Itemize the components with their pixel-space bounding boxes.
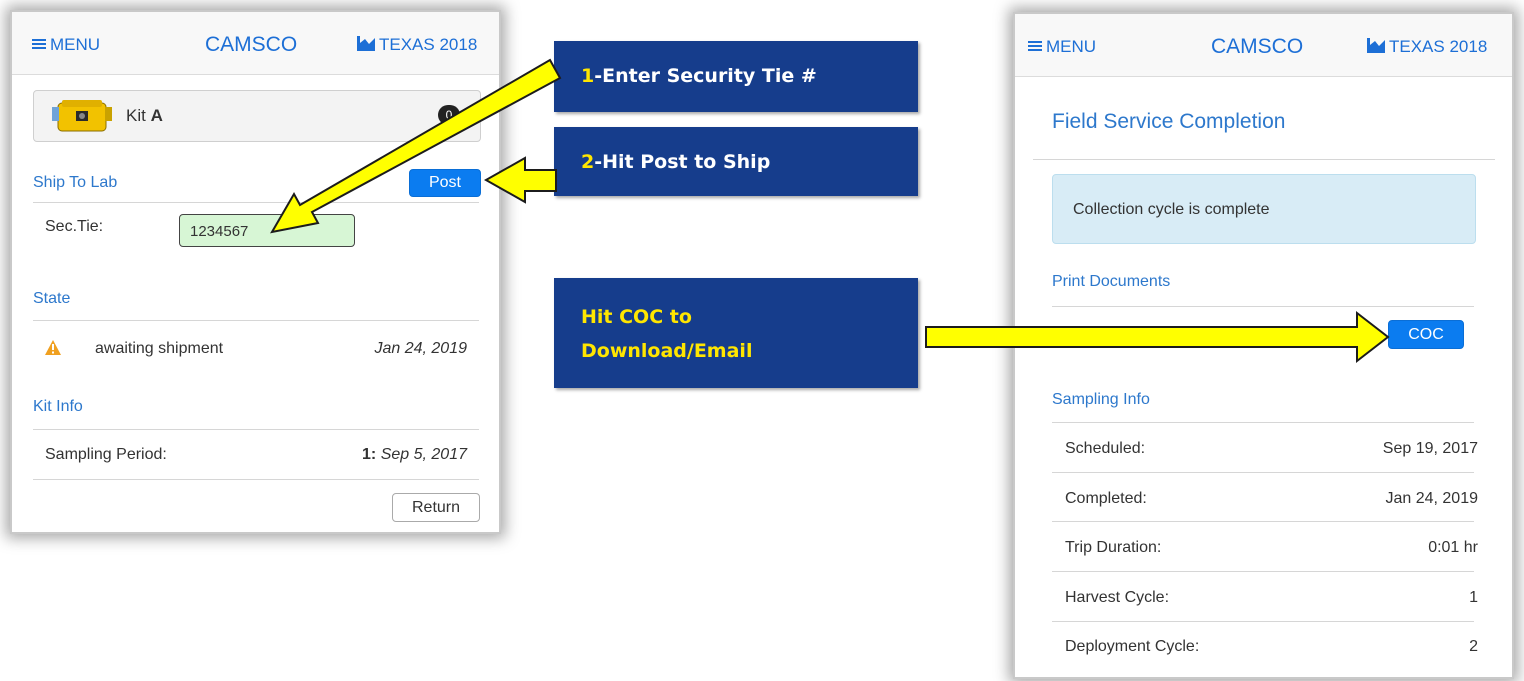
divider <box>1052 521 1474 522</box>
ship-to-lab-title: Ship To Lab <box>33 174 118 191</box>
print-documents-title: Print Documents <box>1052 273 1171 290</box>
divider <box>1033 159 1495 160</box>
state-section-title: State <box>33 290 71 307</box>
status-date: Jan 24, 2019 <box>374 340 467 357</box>
divider <box>33 479 479 480</box>
callout-step-2-text: -Hit Post to Ship <box>594 151 771 173</box>
post-button[interactable]: Post <box>409 169 481 197</box>
menu-label: MENU <box>50 35 101 54</box>
navbar: MENU CAMSCO TEXAS 2018 <box>1015 14 1512 77</box>
callout-step-2-number: 2 <box>581 151 595 173</box>
kit-screen: MENU CAMSCO TEXAS 2018 Kit A 0 Ship To L… <box>12 12 499 532</box>
info-row-value: 1 <box>1469 589 1478 606</box>
sampling-info-title: Sampling Info <box>1052 391 1150 408</box>
kit-label: Kit A <box>126 106 163 126</box>
sampling-period-value: 1: Sep 5, 2017 <box>362 446 467 464</box>
brand-title[interactable]: CAMSCO <box>1211 35 1303 59</box>
callout-step-1-text: -Enter Security Tie # <box>594 65 817 87</box>
callout-step-3-line-1: Hit COC to <box>581 306 692 328</box>
callout-step-3-line-2: Download/Email <box>581 340 753 362</box>
info-row-value: 2 <box>1469 638 1478 655</box>
info-row-label: Deployment Cycle: <box>1065 638 1200 655</box>
state-label: TEXAS 2018 <box>1389 37 1488 56</box>
kit-panel[interactable]: Kit A 0 <box>33 90 481 142</box>
menu-button[interactable]: MENU <box>1028 37 1096 57</box>
divider <box>33 429 479 430</box>
kit-info-title: Kit Info <box>33 398 83 415</box>
state-selector[interactable]: TEXAS 2018 <box>1367 37 1487 57</box>
state-label: TEXAS 2018 <box>379 35 478 54</box>
info-row-label: Trip Duration: <box>1065 539 1162 556</box>
divider <box>1052 306 1474 307</box>
menu-label: MENU <box>1046 37 1097 56</box>
bar-chart-icon <box>1367 38 1385 53</box>
completion-alert: Collection cycle is complete <box>1052 174 1476 244</box>
sampling-number: 1: <box>362 446 377 463</box>
info-row-value: Jan 24, 2019 <box>1385 490 1478 507</box>
divider <box>33 320 479 321</box>
kit-prefix: Kit <box>126 106 151 125</box>
state-selector[interactable]: TEXAS 2018 <box>357 35 477 55</box>
navbar: MENU CAMSCO TEXAS 2018 <box>12 12 499 75</box>
kit-case-image <box>52 100 112 132</box>
hamburger-icon <box>1028 41 1042 51</box>
coc-button[interactable]: COC <box>1388 320 1464 349</box>
return-button[interactable]: Return <box>392 493 480 522</box>
info-row-label: Harvest Cycle: <box>1065 589 1170 606</box>
info-row-value: 0:01 hr <box>1428 539 1478 556</box>
brand-title[interactable]: CAMSCO <box>205 33 297 57</box>
menu-button[interactable]: MENU <box>32 35 100 55</box>
callout-step-3: Hit COC to Download/Email <box>554 278 918 388</box>
sec-tie-input[interactable]: 1234567 <box>179 214 355 247</box>
kit-count-badge: 0 <box>438 105 460 125</box>
warning-icon <box>45 340 61 355</box>
sec-tie-label: Sec.Tie: <box>45 218 104 235</box>
kit-name: A <box>150 106 163 125</box>
divider <box>1052 621 1474 622</box>
callout-step-2: 2-Hit Post to Ship <box>554 127 918 196</box>
alert-text: Collection cycle is complete <box>1073 201 1270 218</box>
divider <box>1052 472 1474 473</box>
info-row-label: Completed: <box>1065 490 1147 507</box>
divider <box>1052 571 1474 572</box>
callout-step-1-number: 1 <box>581 65 595 87</box>
status-text: awaiting shipment <box>95 340 224 357</box>
completion-screen: MENU CAMSCO TEXAS 2018 Field Service Com… <box>1015 14 1512 677</box>
bar-chart-icon <box>357 36 375 51</box>
info-row-value: Sep 19, 2017 <box>1382 440 1478 457</box>
hamburger-icon <box>32 39 46 49</box>
divider <box>1052 422 1474 423</box>
sampling-date: Sep 5, 2017 <box>380 446 467 463</box>
sampling-period-label: Sampling Period: <box>45 446 167 463</box>
callout-step-1: 1-Enter Security Tie # <box>554 41 918 112</box>
page-title: Field Service Completion <box>1052 110 1286 133</box>
divider <box>33 202 479 203</box>
info-row-label: Scheduled: <box>1065 440 1146 457</box>
